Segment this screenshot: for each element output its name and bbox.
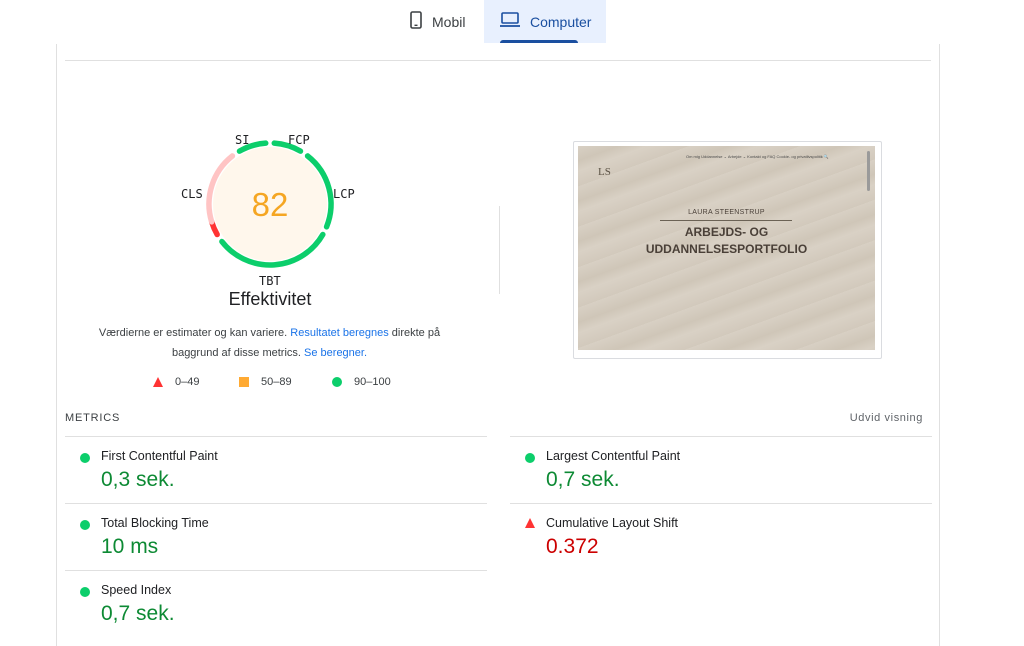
metrics-header: METRICS — [65, 412, 121, 424]
screenshot-logo: LS — [598, 166, 611, 178]
metric-name: First Contentful Paint — [101, 449, 218, 463]
note-text: Værdierne er estimater og kan variere. — [98, 327, 291, 339]
gauge-label-lcp: LCP — [333, 187, 355, 201]
metric-fcp: First Contentful Paint 0,3 sek. — [65, 436, 487, 503]
metric-value: 10 ms — [101, 535, 159, 558]
good-circle-icon — [80, 587, 90, 597]
legend-average: 50–89 — [239, 376, 292, 388]
metric-value: 0,3 sek. — [101, 468, 175, 491]
calculator-link[interactable]: Se beregner. — [304, 347, 367, 359]
expand-view-toggle[interactable]: Udvid visning — [850, 412, 923, 424]
screenshot-headline: ARBEJDS- OG UDDANNELSESPORTFOLIO — [578, 224, 875, 258]
score-legend: 0–49 50–89 90–100 — [57, 376, 941, 392]
screenshot-scrollbar — [867, 151, 870, 191]
metric-value: 0,7 sek. — [546, 468, 620, 491]
estimate-note: Værdierne er estimater og kan variere. R… — [77, 323, 462, 363]
gauge-label-si: SI — [235, 133, 250, 147]
screenshot-image: Om mig Uddannelse ⌄ Arbejde ⌄ Kontakt og… — [578, 146, 875, 350]
legend-poor-label: 0–49 — [175, 376, 200, 388]
gauge-title: Effektivitet — [228, 289, 312, 309]
good-circle-icon — [525, 453, 535, 463]
poor-triangle-icon — [525, 518, 535, 528]
good-circle-icon — [80, 453, 90, 463]
performance-score: 82 — [251, 186, 289, 223]
metric-cls: Cumulative Layout Shift 0.372 — [510, 503, 932, 570]
legend-average-label: 50–89 — [261, 376, 292, 388]
metric-name: Cumulative Layout Shift — [546, 516, 679, 530]
tab-mobile-label: Mobil — [432, 13, 466, 30]
results-link[interactable]: Resultatet beregnes — [290, 327, 388, 339]
metric-lcp: Largest Contentful Paint 0,7 sek. — [510, 436, 932, 503]
legend-good: 90–100 — [332, 376, 391, 388]
metric-tbt: Total Blocking Time 10 ms — [65, 503, 487, 570]
metric-name: Largest Contentful Paint — [546, 449, 681, 463]
legend-good-label: 90–100 — [354, 376, 391, 388]
page-screenshot[interactable]: Om mig Uddannelse ⌄ Arbejde ⌄ Kontakt og… — [573, 141, 882, 359]
tab-mobile[interactable]: Mobil — [404, 0, 484, 43]
circle-icon — [332, 377, 342, 387]
metric-value: 0.372 — [546, 535, 599, 558]
divider — [65, 60, 931, 61]
metric-value: 0,7 sek. — [101, 602, 175, 625]
metric-name: Speed Index — [101, 583, 172, 597]
screenshot-nav: Om mig Uddannelse ⌄ Arbejde ⌄ Kontakt og… — [686, 154, 829, 159]
active-tab-indicator — [500, 40, 578, 43]
good-circle-icon — [80, 520, 90, 530]
metric-si: Speed Index 0,7 sek. — [65, 570, 487, 637]
gauge-label-cls: CLS — [181, 187, 203, 201]
legend-poor: 0–49 — [153, 376, 199, 388]
triangle-icon — [153, 377, 163, 387]
screenshot-headline-2: UDDANNELSESPORTFOLIO — [645, 242, 808, 256]
screenshot-name: LAURA STEENSTRUP — [688, 209, 765, 216]
performance-gauge: 82 SI FCP LCP TBT CLS — [181, 126, 355, 288]
gauge-label-tbt: TBT — [259, 274, 281, 288]
gauge-label-fcp: FCP — [288, 133, 310, 147]
screenshot-rule — [660, 220, 792, 221]
vertical-divider — [499, 206, 500, 294]
tab-computer[interactable]: Computer — [484, 0, 606, 43]
report-panel: 82 SI FCP LCP TBT CLS Effektivitet Værdi… — [56, 44, 940, 646]
metric-name: Total Blocking Time — [101, 516, 209, 530]
tab-computer-label: Computer — [530, 13, 592, 30]
phone-icon — [410, 11, 422, 32]
screenshot-headline-1: ARBEJDS- OG — [684, 225, 769, 239]
laptop-icon — [500, 12, 520, 31]
device-tabs: Mobil Computer — [0, 0, 1024, 44]
square-icon — [239, 377, 249, 387]
